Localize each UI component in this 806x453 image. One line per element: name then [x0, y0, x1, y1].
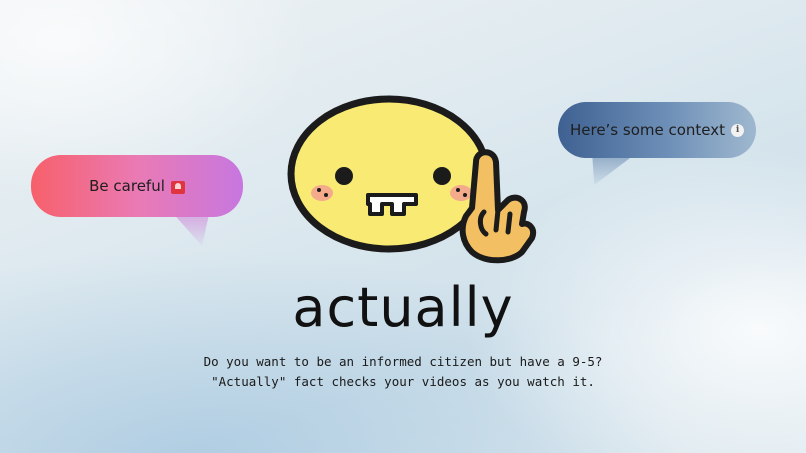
mascot-left-eye: [335, 167, 353, 185]
tagline-line-2: "Actually" fact checks your videos as yo…: [211, 374, 595, 389]
mascot-hand: [459, 149, 536, 264]
siren-icon: [170, 180, 185, 194]
context-bubble-label: Here’s some context: [569, 121, 726, 139]
mascot-left-cheek: [311, 185, 333, 201]
mascot-face: [287, 95, 491, 253]
app-title: actually: [292, 276, 514, 339]
info-icon: i: [731, 123, 745, 137]
mascot-right-eye: [433, 167, 451, 185]
smiley-pointing-finger-icon: [287, 95, 536, 264]
tagline-line-1: Do you want to be an informed citizen bu…: [203, 354, 603, 369]
warning-bubble: Be careful: [31, 155, 243, 217]
context-bubble: Here’s some context i: [558, 102, 756, 158]
mascot-right-cheek: [450, 185, 472, 201]
warning-bubble-label: Be careful: [89, 177, 165, 195]
